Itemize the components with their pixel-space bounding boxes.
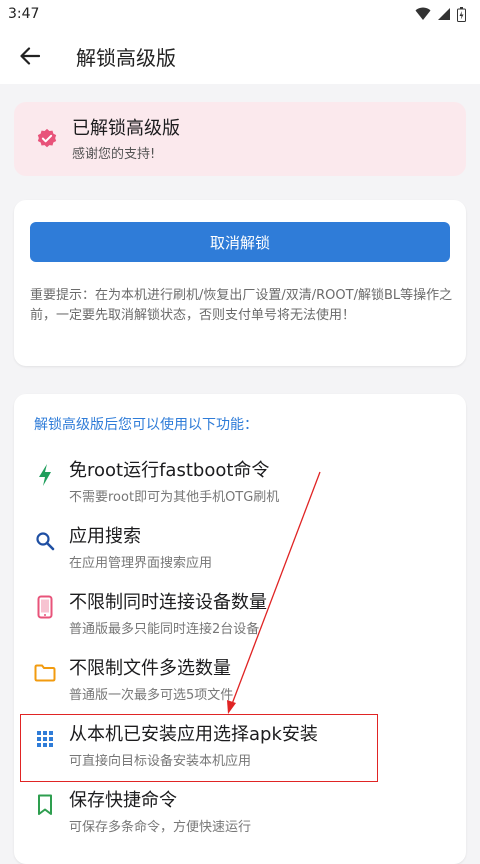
feature-desc: 不需要root即可为其他手机OTG刷机 bbox=[69, 490, 280, 505]
page-title: 解锁高级版 bbox=[76, 45, 176, 70]
verified-badge-icon bbox=[37, 128, 57, 148]
cancel-unlock-button[interactable]: 取消解锁 bbox=[30, 222, 450, 262]
search-icon bbox=[34, 530, 56, 552]
features-card: 解锁高级版后您可以使用以下功能： 免root运行fastboot命令 不需要ro… bbox=[14, 394, 466, 864]
folder-icon bbox=[34, 662, 56, 684]
feature-title: 保存快捷命令 bbox=[69, 790, 177, 811]
feature-title: 不限制同时连接设备数量 bbox=[69, 592, 267, 613]
feature-item[interactable]: 保存快捷命令 可保存多条命令，方便快速运行 bbox=[14, 778, 466, 844]
feature-desc: 可保存多条命令，方便快速运行 bbox=[69, 820, 252, 835]
arrow-back-icon bbox=[20, 47, 40, 65]
feature-desc: 普通版一次最多可选5项文件 bbox=[69, 688, 234, 703]
feature-desc: 在应用管理界面搜索应用 bbox=[69, 556, 213, 571]
feature-item[interactable]: 免root运行fastboot命令 不需要root即可为其他手机OTG刷机 bbox=[14, 448, 466, 514]
unlock-subtitle: 感谢您的支持! bbox=[72, 146, 156, 162]
feature-item[interactable]: 应用搜索 在应用管理界面搜索应用 bbox=[14, 514, 466, 580]
back-button[interactable] bbox=[2, 28, 58, 84]
feature-item[interactable]: 不限制文件多选数量 普通版一次最多可选5项文件 bbox=[14, 646, 466, 712]
status-time: 3:47 bbox=[8, 6, 40, 22]
cancel-unlock-card: 取消解锁 重要提示：在为本机进行刷机/恢复出厂设置/双清/ROOT/解锁BL等操… bbox=[14, 200, 466, 366]
unlock-text: 已解锁高级版 感谢您的支持! bbox=[72, 117, 180, 162]
status-bar: 3:47 bbox=[0, 0, 480, 28]
app-bar: 解锁高级版 bbox=[0, 28, 480, 84]
important-notice: 重要提示：在为本机进行刷机/恢复出厂设置/双清/ROOT/解锁BL等操作之前，一… bbox=[30, 288, 453, 323]
wifi-icon bbox=[415, 7, 431, 20]
bolt-icon bbox=[34, 464, 56, 486]
feature-desc: 普通版最多只能同时连接2台设备 bbox=[69, 622, 260, 637]
battery-icon bbox=[457, 6, 466, 22]
status-icons bbox=[415, 6, 466, 22]
unlock-title: 已解锁高级版 bbox=[72, 117, 180, 139]
feature-title: 不限制文件多选数量 bbox=[69, 658, 231, 679]
feature-title: 免root运行fastboot命令 bbox=[69, 460, 270, 481]
phone-icon bbox=[34, 595, 56, 619]
unlocked-status-card: 已解锁高级版 感谢您的支持! bbox=[14, 102, 466, 176]
signal-icon bbox=[438, 8, 450, 20]
bookmark-icon bbox=[34, 794, 56, 816]
annotation-highlight-box bbox=[20, 714, 378, 782]
feature-title: 应用搜索 bbox=[69, 526, 141, 547]
features-heading: 解锁高级版后您可以使用以下功能： bbox=[34, 417, 258, 433]
feature-item[interactable]: 不限制同时连接设备数量 普通版最多只能同时连接2台设备 bbox=[14, 580, 466, 646]
